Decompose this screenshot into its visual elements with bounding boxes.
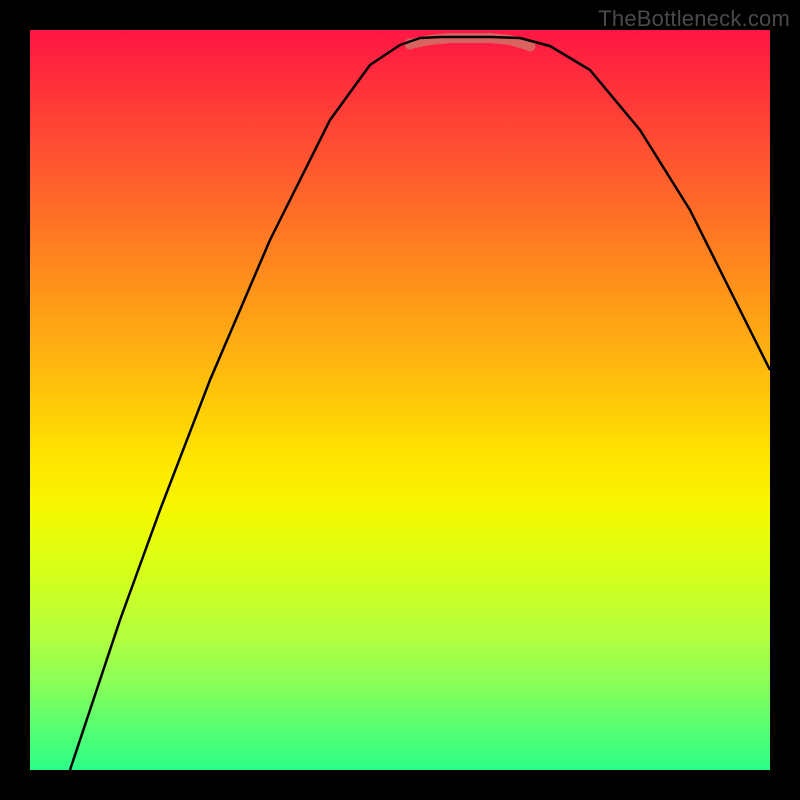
plot-area: [30, 30, 770, 770]
curve-svg: [30, 30, 770, 770]
chart-frame: TheBottleneck.com: [0, 0, 800, 800]
bottleneck-curve: [70, 37, 770, 770]
flat-minimum-highlight: [405, 38, 536, 52]
watermark-text: TheBottleneck.com: [598, 6, 790, 32]
